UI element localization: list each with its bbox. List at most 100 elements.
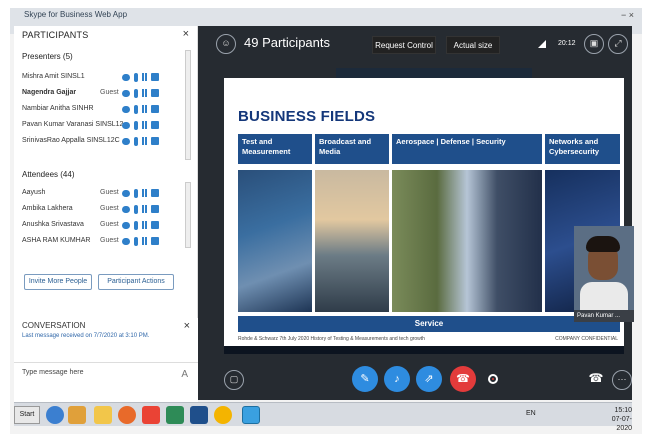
- phone-icon[interactable]: ☎: [586, 370, 606, 390]
- slide-footer: Rohde & Schwarz 7th July 2020 History of…: [238, 336, 425, 342]
- presenter-name-label: Pavan Kumar ...: [574, 310, 634, 322]
- start-button[interactable]: Start: [14, 406, 40, 424]
- pause-icon: [142, 221, 147, 229]
- participant-row[interactable]: Mishra Amit SINSL1: [22, 70, 182, 84]
- window-controls[interactable]: − ×: [621, 10, 634, 20]
- mic-icon: [134, 236, 138, 246]
- video-icon: [151, 237, 159, 245]
- participant-row[interactable]: Ambika Lakhera Guest: [22, 202, 182, 216]
- participant-name: Nambiar Anitha SINHR: [22, 105, 94, 112]
- participant-actions-button[interactable]: Participant Actions: [98, 274, 174, 290]
- participant-name: Mishra Amit SINSL1: [22, 73, 85, 80]
- chat-icon: [122, 89, 130, 97]
- language-indicator[interactable]: EN: [526, 410, 536, 417]
- defense-soldiers-image: [392, 170, 542, 312]
- mic-icon: [134, 88, 138, 98]
- guest-tag: Guest: [100, 221, 119, 228]
- message-placeholder: Type message here: [22, 369, 84, 376]
- participant-name: Pavan Kumar Varanasi SINSL12: [22, 121, 124, 128]
- skype-icon[interactable]: [242, 406, 260, 424]
- request-control-button[interactable]: Request Control: [372, 36, 436, 54]
- actual-size-button[interactable]: Actual size: [446, 36, 500, 54]
- participant-row[interactable]: Aayush Guest: [22, 186, 182, 200]
- last-message-info: Last message received on 7/7/2020 at 3:1…: [22, 333, 150, 339]
- pause-icon: [142, 205, 147, 213]
- presenter-shirt: [580, 282, 628, 310]
- chat-icon: [122, 137, 130, 145]
- attendees-scrollbar[interactable]: [185, 182, 191, 248]
- presenters-header[interactable]: Presenters (5): [22, 52, 73, 61]
- chat-icon: [122, 189, 130, 197]
- field-label: Broadcast and Media: [315, 134, 389, 164]
- field-label: Networks and Cybersecurity: [545, 134, 620, 164]
- video-icon: [151, 73, 159, 81]
- slide-title: BUSINESS FIELDS: [238, 108, 376, 125]
- participants-panel: PARTICIPANTS × Presenters (5) Mishra Ami…: [14, 26, 198, 338]
- video-icon: [151, 189, 159, 197]
- end-call-button[interactable]: ☎: [450, 366, 476, 392]
- os-taskbar: Start EN 15:10 07-07-2020: [14, 402, 632, 432]
- explorer-icon[interactable]: [68, 406, 86, 424]
- presenters-scrollbar[interactable]: [185, 50, 191, 160]
- field-label: Test and Measurement: [238, 134, 312, 164]
- participant-row[interactable]: Pavan Kumar Varanasi SINSL12: [22, 118, 182, 132]
- chat-icon: [122, 105, 130, 113]
- pause-icon: [142, 189, 147, 197]
- more-options-icon[interactable]: ⋯: [612, 370, 632, 390]
- participant-row[interactable]: SrinivasRao Appalla SINSL12C: [22, 134, 182, 148]
- field-label: Aerospace | Defense | Security: [392, 134, 542, 164]
- share-toolbar: [336, 68, 532, 78]
- call-time: 20:12: [558, 40, 576, 47]
- conversation-title: CONVERSATION: [22, 321, 86, 330]
- presenter-video[interactable]: Pavan Kumar ...: [574, 226, 634, 322]
- pause-icon: [142, 237, 147, 245]
- invite-more-people-button[interactable]: Invite More People: [24, 274, 92, 290]
- mic-icon: [134, 120, 138, 130]
- meeting-stage: ☺ 49 Participants Request Control Actual…: [198, 26, 634, 400]
- close-participants-icon[interactable]: ×: [183, 28, 189, 40]
- system-clock[interactable]: 15:10 07-07-2020: [610, 406, 632, 433]
- chat-toggle-icon[interactable]: ▢: [224, 370, 244, 390]
- video-off-button[interactable]: ✎: [352, 366, 378, 392]
- app-title: Skype for Business Web App: [24, 10, 128, 19]
- guest-tag: Guest: [100, 189, 119, 196]
- participant-row[interactable]: ASHA RAM KUMHAR Guest: [22, 234, 182, 248]
- fullscreen-icon[interactable]: ⤢: [608, 34, 628, 54]
- close-conversation-icon[interactable]: ×: [184, 320, 190, 332]
- browser-icon[interactable]: [46, 406, 64, 424]
- chat-icon: [122, 121, 130, 129]
- participant-row[interactable]: Nambiar Anitha SINHR: [22, 102, 182, 116]
- field-test-measurement: Test and Measurement: [238, 134, 312, 312]
- share-content-button[interactable]: ⇗: [416, 366, 442, 392]
- folder-icon[interactable]: [94, 406, 112, 424]
- attendees-header[interactable]: Attendees (44): [22, 170, 74, 179]
- video-icon: [151, 137, 159, 145]
- participant-name: SrinivasRao Appalla SINSL12C: [22, 137, 120, 144]
- font-format-icon[interactable]: A: [181, 369, 188, 380]
- mute-button[interactable]: ♪: [384, 366, 410, 392]
- app-green-icon[interactable]: [166, 406, 184, 424]
- confidential-label: COMPANY CONFIDENTIAL: [555, 336, 618, 342]
- participants-count: 49 Participants: [244, 35, 330, 50]
- video-icon: [151, 205, 159, 213]
- guest-tag: Guest: [100, 205, 119, 212]
- participant-row[interactable]: Anushka Srivastava Guest: [22, 218, 182, 232]
- chat-icon: [122, 205, 130, 213]
- field-broadcast-media: Broadcast and Media: [315, 134, 389, 312]
- chat-icon: [122, 221, 130, 229]
- message-input[interactable]: Type message here A: [14, 362, 198, 402]
- participant-row[interactable]: Nagendra Gajjar Guest: [22, 86, 182, 100]
- clock-time: 15:10: [614, 407, 632, 414]
- video-icon: [151, 121, 159, 129]
- record-icon[interactable]: [488, 374, 498, 384]
- participants-icon[interactable]: ☺: [216, 34, 236, 54]
- pause-icon: [142, 105, 147, 113]
- layout-icon[interactable]: ▣: [584, 34, 604, 54]
- test-equipment-image: [238, 170, 312, 312]
- chat-icon: [122, 237, 130, 245]
- pause-icon: [142, 89, 147, 97]
- firefox-icon[interactable]: [118, 406, 136, 424]
- chrome-icon[interactable]: [214, 406, 232, 424]
- pdf-icon[interactable]: [142, 406, 160, 424]
- app-blue-icon[interactable]: [190, 406, 208, 424]
